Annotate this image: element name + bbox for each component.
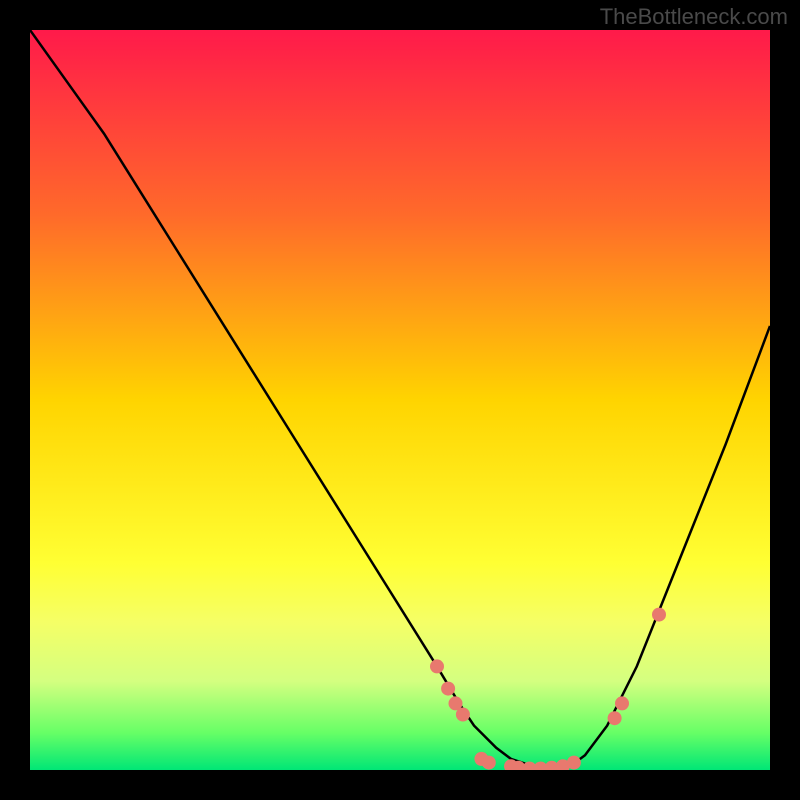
data-point (441, 682, 455, 696)
data-point (615, 696, 629, 710)
data-point (567, 756, 581, 770)
data-point (430, 659, 444, 673)
data-point (652, 608, 666, 622)
data-point (482, 756, 496, 770)
chart-container (30, 30, 770, 770)
gradient-background (30, 30, 770, 770)
watermark-text: TheBottleneck.com (600, 4, 788, 30)
data-point (608, 711, 622, 725)
data-point (456, 708, 470, 722)
chart-svg (30, 30, 770, 770)
